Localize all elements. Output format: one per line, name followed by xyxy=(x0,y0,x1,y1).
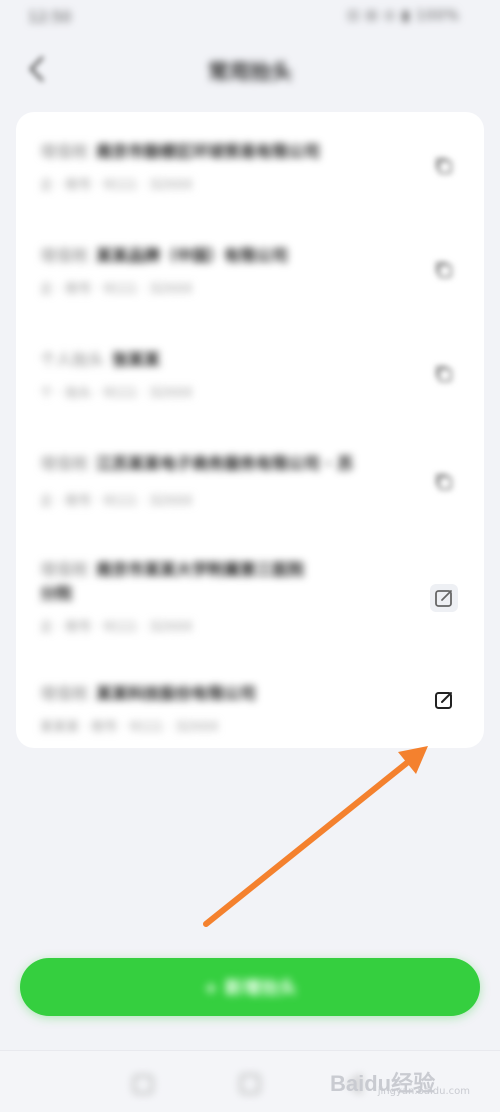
item-type: 个人抬头 xyxy=(40,350,105,369)
item-detail: 某某某 · 税号 · 9111 · 32XXX xyxy=(40,720,219,735)
invoice-title-list: 增值税 南京市鼓楼区环球贸易有限公司 企 · 税号 · 9111 · 32XXX … xyxy=(16,112,484,748)
add-title-button[interactable]: + 新增抬头 xyxy=(20,958,480,1016)
edit-icon xyxy=(435,692,452,709)
tab-center[interactable] xyxy=(237,1071,263,1097)
item-type: 增值税 xyxy=(40,684,89,703)
item-type: 增值税 xyxy=(40,246,89,265)
edit-button[interactable] xyxy=(430,686,458,714)
item-detail: 个 · 抬头 · 9111 · 32XXX xyxy=(40,386,193,401)
copy-button[interactable] xyxy=(430,360,458,388)
tab-home[interactable] xyxy=(130,1071,156,1097)
item-name: 张某某 xyxy=(112,350,161,369)
list-item[interactable]: 增值税 南京市某某大学附属第三医院 分院 企 · 税号 · 9111 · 32XX… xyxy=(16,528,484,648)
item-name: 南京市鼓楼区环球贸易有限公司 xyxy=(96,142,321,161)
edit-button[interactable] xyxy=(430,584,458,612)
list-item[interactable]: 个人抬头 张某某 个 · 抬头 · 9111 · 32XXX xyxy=(16,320,484,424)
copy-button[interactable] xyxy=(430,468,458,496)
item-name: 某某品牌（中国）有限公司 xyxy=(96,246,289,265)
edit-icon xyxy=(435,590,452,607)
item-detail: 企 · 税号 · 9111 · 32XXX xyxy=(40,620,193,635)
copy-icon xyxy=(436,474,452,490)
copy-icon xyxy=(436,262,452,278)
status-time: 12:50 xyxy=(28,8,72,26)
item-type: 增值税 xyxy=(40,454,89,473)
watermark-sub: jingyan.baidu.com xyxy=(377,1086,470,1097)
watermark: Baidu经验 jingyan.baidu.com xyxy=(330,1058,470,1102)
status-icons: ⊡ ⊟ ⊙ ▮ 100% xyxy=(347,8,460,24)
item-name-continued: 分院 xyxy=(40,584,73,603)
item-detail: 企 · 税号 · 9111 · 32XXX xyxy=(40,178,193,193)
item-name: 某某科技股份有限公司 xyxy=(96,684,257,703)
status-bar: 12:50 ⊡ ⊟ ⊙ ▮ 100% xyxy=(0,0,500,36)
item-detail: 企 · 税号 · 9111 · 32XXX xyxy=(40,494,193,509)
list-item[interactable]: 增值税 某某品牌（中国）有限公司 企 · 税号 · 9111 · 32XXX xyxy=(16,216,484,320)
copy-icon xyxy=(436,366,452,382)
item-type: 增值税 xyxy=(40,142,89,161)
list-item[interactable]: 增值税 江苏某某电子商务服务有限公司 · 苏 企 · 税号 · 9111 · 32… xyxy=(16,424,484,528)
home-icon xyxy=(133,1075,153,1094)
item-name: 南京市某某大学附属第三医院 xyxy=(96,560,305,579)
item-detail: 企 · 税号 · 9111 · 32XXX xyxy=(40,282,193,297)
copy-icon xyxy=(436,158,452,174)
list-item[interactable]: 增值税 南京市鼓楼区环球贸易有限公司 企 · 税号 · 9111 · 32XXX xyxy=(16,112,484,216)
copy-button[interactable] xyxy=(430,256,458,284)
square-icon xyxy=(240,1074,260,1094)
page-title: 常用抬头 xyxy=(208,60,292,84)
nav-bar: 常用抬头 xyxy=(0,44,500,94)
copy-button[interactable] xyxy=(430,152,458,180)
add-title-label: + 新增抬头 xyxy=(203,978,297,999)
item-name: 江苏某某电子商务服务有限公司 · 苏 xyxy=(96,454,354,473)
item-type: 增值税 xyxy=(40,560,89,579)
list-item[interactable]: 增值税 某某科技股份有限公司 某某某 · 税号 · 9111 · 32XXX xyxy=(16,648,484,748)
